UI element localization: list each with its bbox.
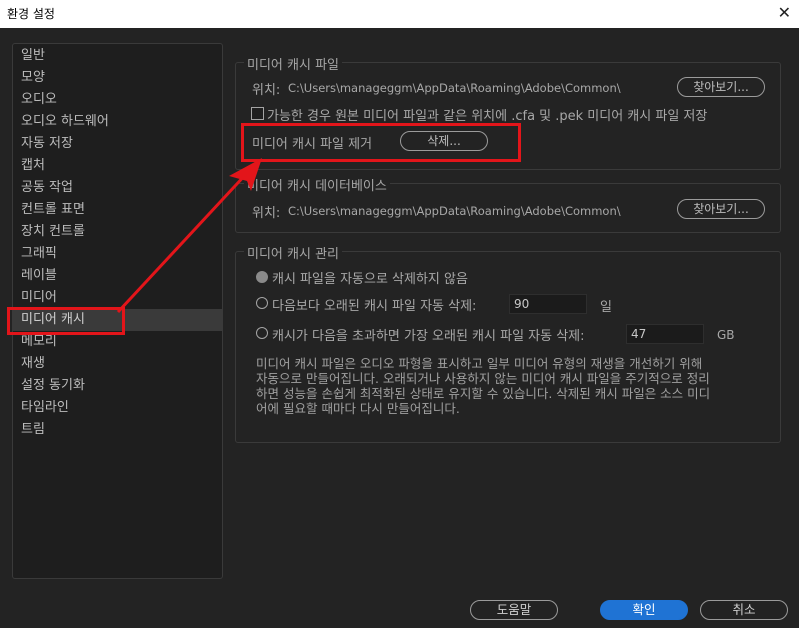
- sidebar-item-device-control[interactable]: 장치 컨트롤: [13, 221, 222, 243]
- delete-older-radio[interactable]: [256, 297, 268, 309]
- db-location-path: C:\Users\manageggm\AppData\Roaming\Adobe…: [288, 204, 621, 218]
- media-cache-management-title: 미디어 캐시 관리: [244, 243, 342, 262]
- sidebar-item-playback[interactable]: 재생: [13, 353, 222, 375]
- annotation-box-sidebar: [7, 307, 125, 335]
- save-cache-next-to-originals-checkbox[interactable]: [251, 107, 264, 120]
- cache-location-path: C:\Users\manageggm\AppData\Roaming\Adobe…: [288, 81, 621, 95]
- sidebar-item-appearance[interactable]: 모양: [13, 67, 222, 89]
- sidebar-item-general[interactable]: 일반: [13, 45, 222, 67]
- sidebar-item-labels[interactable]: 레이블: [13, 265, 222, 287]
- sidebar-item-audio-hardware[interactable]: 오디오 하드웨어: [13, 111, 222, 133]
- sidebar-item-graphics[interactable]: 그래픽: [13, 243, 222, 265]
- media-cache-files-title: 미디어 캐시 파일: [244, 54, 342, 73]
- older-days-unit: 일: [600, 300, 612, 315]
- sidebar-item-collaboration[interactable]: 공동 작업: [13, 177, 222, 199]
- title-bar: 환경 설정 ✕: [0, 0, 799, 28]
- never-delete-label: 캐시 파일을 자동으로 삭제하지 않음: [272, 272, 468, 287]
- delete-exceed-radio[interactable]: [256, 327, 268, 339]
- sidebar-item-control-surface[interactable]: 컨트롤 표면: [13, 199, 222, 221]
- exceed-size-unit: GB: [717, 328, 735, 342]
- help-button[interactable]: 도움말: [470, 600, 558, 620]
- annotation-box-delete: [241, 123, 521, 162]
- media-cache-database-title: 미디어 캐시 데이터베이스: [244, 175, 390, 194]
- sidebar-item-sync-settings[interactable]: 설정 동기화: [13, 375, 222, 397]
- cache-browse-button[interactable]: 찾아보기...: [677, 77, 765, 97]
- exceed-size-input[interactable]: 47: [626, 324, 704, 344]
- sidebar-item-trim[interactable]: 트림: [13, 419, 222, 441]
- close-icon[interactable]: ✕: [778, 3, 791, 22]
- cancel-button[interactable]: 취소: [700, 600, 788, 620]
- ok-button[interactable]: 확인: [600, 600, 688, 620]
- delete-older-label: 다음보다 오래된 캐시 파일 자동 삭제:: [272, 299, 477, 314]
- never-delete-radio[interactable]: [256, 271, 268, 283]
- delete-exceed-label: 캐시가 다음을 초과하면 가장 오래된 캐시 파일 자동 삭제:: [272, 329, 585, 344]
- db-browse-button[interactable]: 찾아보기...: [677, 199, 765, 219]
- db-location-label: 위치:: [252, 206, 281, 221]
- sidebar-item-audio[interactable]: 오디오: [13, 89, 222, 111]
- sidebar-item-timeline[interactable]: 타임라인: [13, 397, 222, 419]
- cache-description: 미디어 캐시 파일은 오디오 파형을 표시하고 일부 미디어 유형의 재생을 개…: [256, 356, 711, 416]
- sidebar-item-media[interactable]: 미디어: [13, 287, 222, 309]
- older-days-input[interactable]: 90: [509, 294, 587, 314]
- save-cache-next-to-originals-label: 가능한 경우 원본 미디어 파일과 같은 위치에 .cfa 및 .pek 미디어…: [267, 109, 708, 124]
- cache-location-label: 위치:: [252, 83, 281, 98]
- sidebar-item-capture[interactable]: 캡처: [13, 155, 222, 177]
- window-title: 환경 설정: [7, 7, 55, 21]
- sidebar-item-auto-save[interactable]: 자동 저장: [13, 133, 222, 155]
